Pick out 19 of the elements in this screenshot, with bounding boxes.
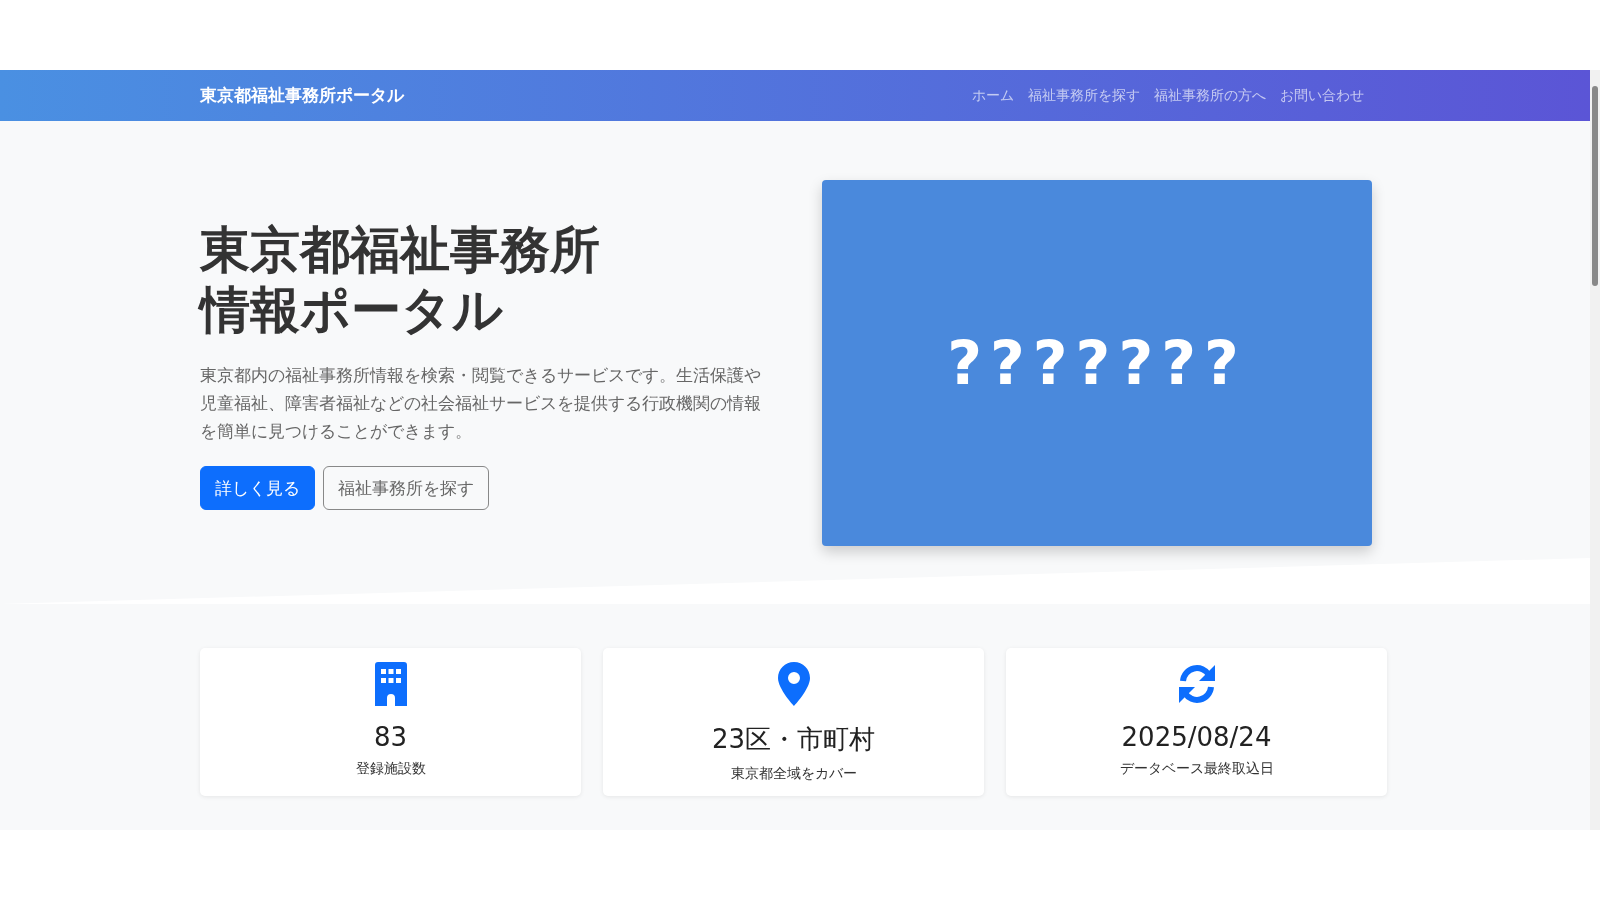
image-placeholder-text: ???????: [947, 328, 1247, 398]
hero-description: 東京都内の福祉事務所情報を検索・閲覧できるサービスです。生活保護や児童福祉、障害者福祉などの社会福祉サービスを提供する行政機関の情報を簡単に見つけることができます。: [200, 365, 762, 443]
stat-value: 23区・市町村: [711, 723, 876, 756]
search-button[interactable]: 福祉事務所を探す: [323, 466, 489, 510]
stat-label: 登録施設数: [355, 760, 426, 778]
hero-title: 東京都福祉事務所 情報ポータル: [200, 220, 601, 340]
location-pin-icon: [777, 662, 810, 706]
nav-link[interactable]: ホーム: [972, 86, 1014, 105]
details-button[interactable]: 詳しく見る: [200, 466, 315, 510]
scrollbar[interactable]: [1590, 70, 1600, 830]
stat-label: データベース最終取込日: [1119, 760, 1274, 778]
nav-link[interactable]: お問い合わせ: [1280, 86, 1364, 105]
building-icon: [374, 662, 407, 706]
nav-link[interactable]: 福祉事務所の方へ: [1154, 86, 1266, 105]
site-brand[interactable]: 東京都福祉事務所ポータル: [200, 84, 404, 107]
stat-value: 2025/08/24: [1121, 722, 1272, 752]
nav-link[interactable]: 福祉事務所を探す: [1028, 86, 1140, 105]
stat-label: 東京都全域をカバー: [730, 765, 857, 783]
stat-value: 83: [373, 722, 408, 752]
